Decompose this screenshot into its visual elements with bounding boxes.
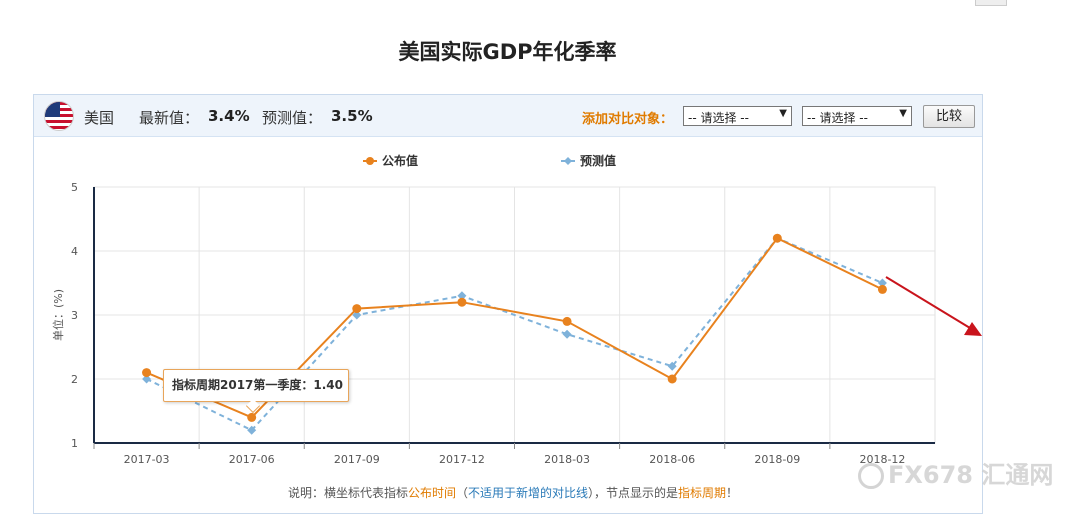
x-tick-label: 2018-03 <box>544 453 590 466</box>
x-tick-label: 2018-06 <box>649 453 695 466</box>
tooltip-text: 指标周期2017第一季度：1.40 <box>172 378 344 392</box>
y-axis-label: 单位：(%) <box>51 289 65 341</box>
published-point <box>352 304 362 314</box>
legend-label: 公布值 <box>382 153 418 168</box>
annotation-arrow-head <box>964 322 982 336</box>
published-point <box>667 374 677 384</box>
fx678-logo-icon <box>858 463 884 489</box>
x-tick-label: 2017-09 <box>334 453 380 466</box>
x-tick-label: 2017-06 <box>229 453 275 466</box>
published-point <box>247 412 257 422</box>
x-tick-label: 2018-09 <box>754 453 800 466</box>
legend-marker <box>564 157 572 165</box>
published-point <box>877 284 887 294</box>
gdp-line-chart: 1 2 3 4 5 2017-03 2017-06 2017-09 2017-12 2018-03… <box>51 153 982 466</box>
y-tick-label: 4 <box>71 245 78 258</box>
published-point <box>457 297 467 307</box>
y-tick-label: 3 <box>71 309 78 322</box>
legend-label: 预测值 <box>580 153 616 168</box>
x-tick-label: 2017-03 <box>124 453 170 466</box>
data-tooltip: 指标周期2017第一季度：1.40 <box>163 369 349 414</box>
y-tick-label: 1 <box>71 437 78 450</box>
watermark: FX678 汇通网 <box>858 455 1053 490</box>
published-point <box>772 233 782 243</box>
legend-marker <box>366 157 374 165</box>
x-tick-label: 2017-12 <box>439 453 485 466</box>
published-point <box>562 316 572 326</box>
published-point <box>142 368 152 378</box>
y-tick-label: 2 <box>71 373 78 386</box>
y-tick-label: 5 <box>71 181 78 194</box>
